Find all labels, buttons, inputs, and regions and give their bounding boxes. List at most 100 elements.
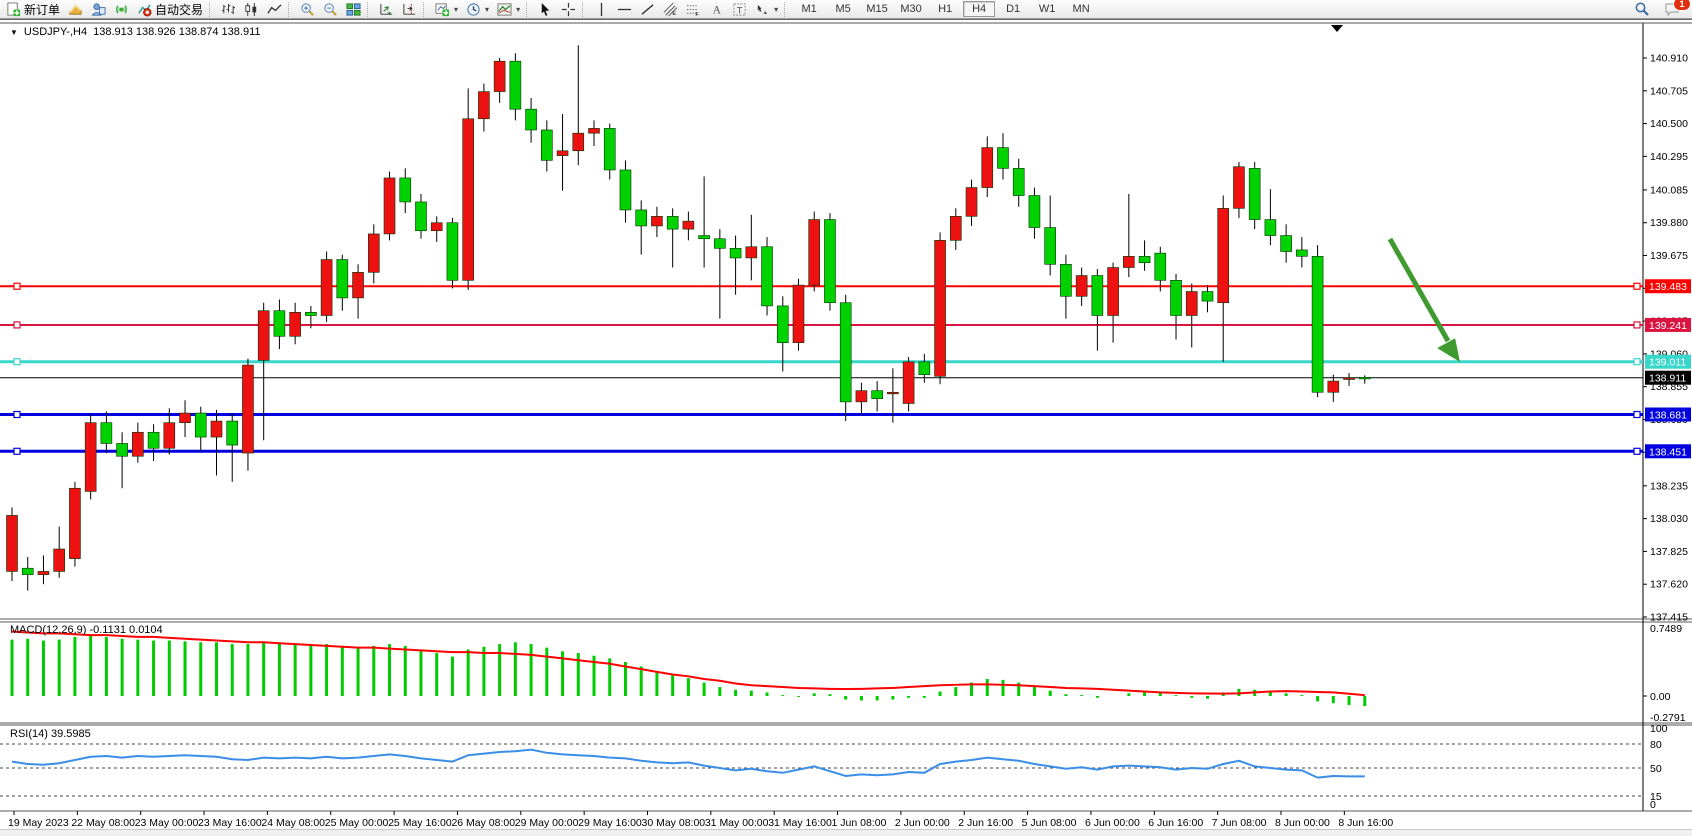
- symbol-quote-line[interactable]: ▼ USDJPY-,H4 138.913 138.926 138.874 138…: [10, 26, 261, 38]
- candle: [85, 415, 96, 500]
- vertical-line-icon: [594, 2, 609, 17]
- new-order-icon: [6, 2, 21, 17]
- zoom-in-icon: [300, 2, 315, 17]
- cursor-button[interactable]: [534, 1, 557, 18]
- zoom-in-button[interactable]: [296, 1, 319, 18]
- rsi-label: RSI(14) 39.5985: [10, 728, 91, 740]
- candle: [903, 357, 914, 411]
- time-tick-label: 6 Jun 16:00: [1148, 817, 1203, 829]
- candlestick-chart-button[interactable]: [240, 1, 263, 18]
- clock-icon: [466, 2, 481, 17]
- vertical-line-button[interactable]: [590, 1, 613, 18]
- dropdown-caret: ▾: [516, 5, 520, 14]
- signals-icon: [114, 2, 129, 17]
- timeframe-mn[interactable]: MN: [1065, 1, 1097, 17]
- svg-text:T: T: [737, 5, 743, 15]
- templates-button[interactable]: ▾: [493, 1, 524, 18]
- signals-button[interactable]: [110, 1, 133, 18]
- candle: [463, 88, 474, 290]
- trendline-button[interactable]: [636, 1, 659, 18]
- dropdown-caret: ▾: [774, 5, 778, 14]
- auto-trading-button[interactable]: 自动交易: [133, 1, 207, 18]
- time-tick-label: 29 May 16:00: [578, 817, 642, 829]
- macd-label: MACD(12,26,9) -0.1131 0.0104: [10, 624, 163, 636]
- candle: [762, 237, 773, 315]
- timeframe-w1[interactable]: W1: [1031, 1, 1063, 17]
- time-tick-label: 24 May 08:00: [261, 817, 325, 829]
- svg-text:E: E: [672, 11, 676, 17]
- separator: [288, 2, 294, 17]
- history-center-button[interactable]: [64, 1, 87, 18]
- toolbar: 新订单 自动交易: [0, 0, 1692, 19]
- line-handle[interactable]: [14, 359, 20, 365]
- time-tick-label: 8 Jun 00:00: [1275, 817, 1330, 829]
- time-tick-label: 30 May 08:00: [642, 817, 706, 829]
- search-icon: [1634, 1, 1650, 17]
- templates-icon: [497, 2, 512, 17]
- timeframe-d1[interactable]: D1: [997, 1, 1029, 17]
- price-badge-label: 138.681: [1649, 410, 1687, 422]
- timeframe-m5[interactable]: M5: [827, 1, 859, 17]
- notifications-button[interactable]: 1: [1660, 1, 1684, 18]
- line-handle[interactable]: [14, 322, 20, 328]
- line-chart-icon: [267, 2, 282, 17]
- new-order-button[interactable]: 新订单: [2, 1, 64, 18]
- price-badge-label: 139.241: [1649, 320, 1687, 332]
- chart-canvas[interactable]: 140.910140.705140.500140.295140.085139.8…: [0, 20, 1692, 830]
- macd-axis-label: 0.00: [1650, 691, 1671, 703]
- line-handle[interactable]: [1634, 322, 1640, 328]
- bar-chart-button[interactable]: [217, 1, 240, 18]
- market-watch-button[interactable]: [87, 1, 110, 18]
- timeframe-m1[interactable]: M1: [793, 1, 825, 17]
- chart-shift-button[interactable]: [398, 1, 421, 18]
- separator: [526, 2, 532, 17]
- timeframe-h1[interactable]: H1: [929, 1, 961, 17]
- line-handle[interactable]: [14, 448, 20, 454]
- search-button[interactable]: [1630, 1, 1654, 18]
- line-chart-button[interactable]: [263, 1, 286, 18]
- history-center-icon: [68, 2, 83, 17]
- timeframe-bar: M1M5M15M30H1H4D1W1MN: [792, 1, 1098, 17]
- zoom-out-icon: [323, 2, 338, 17]
- periodicity-button[interactable]: ▾: [462, 1, 493, 18]
- line-handle[interactable]: [1634, 412, 1640, 418]
- candle: [1249, 162, 1260, 229]
- auto-trading-icon: [137, 2, 152, 17]
- time-tick-label: 2 Jun 16:00: [958, 817, 1013, 829]
- text-button[interactable]: A: [705, 1, 728, 18]
- text-label-button[interactable]: T: [728, 1, 751, 18]
- rsi-axis-label: 80: [1650, 739, 1662, 751]
- rsi-axis-label: 0: [1650, 799, 1656, 811]
- arrows-button[interactable]: ▾: [751, 1, 782, 18]
- timeframe-m30[interactable]: M30: [895, 1, 927, 17]
- svg-text:A: A: [713, 4, 722, 16]
- timeframe-m15[interactable]: M15: [861, 1, 893, 17]
- candle: [321, 252, 332, 322]
- auto-scroll-button[interactable]: [375, 1, 398, 18]
- chart-window: ▼ USDJPY-,H4 138.913 138.926 138.874 138…: [0, 19, 1692, 836]
- line-handle[interactable]: [1634, 359, 1640, 365]
- channels-button[interactable]: F: [682, 1, 705, 18]
- price-tick-label: 137.415: [1650, 611, 1688, 623]
- separator: [423, 2, 429, 17]
- price-badge-label: 139.483: [1649, 281, 1687, 293]
- fibonacci-button[interactable]: E: [659, 1, 682, 18]
- price-tick-label: 138.030: [1650, 513, 1688, 525]
- zoom-out-button[interactable]: [319, 1, 342, 18]
- crosshair-button[interactable]: [557, 1, 580, 18]
- line-handle[interactable]: [1634, 283, 1640, 289]
- timeframe-h4[interactable]: H4: [963, 1, 995, 17]
- line-handle[interactable]: [14, 283, 20, 289]
- line-handle[interactable]: [14, 412, 20, 418]
- price-tick-label: 138.235: [1650, 480, 1688, 492]
- status-strip: [0, 829, 1692, 836]
- time-tick-label: 19 May 2023: [8, 817, 69, 829]
- tile-windows-button[interactable]: [342, 1, 365, 18]
- horizontal-line-button[interactable]: [613, 1, 636, 18]
- svg-text:F: F: [695, 12, 699, 17]
- chart-shift-icon: [402, 2, 417, 17]
- time-tick-label: 7 Jun 08:00: [1212, 817, 1267, 829]
- candle: [1312, 245, 1323, 397]
- new-chart-button[interactable]: ▾: [431, 1, 462, 18]
- line-handle[interactable]: [1634, 448, 1640, 454]
